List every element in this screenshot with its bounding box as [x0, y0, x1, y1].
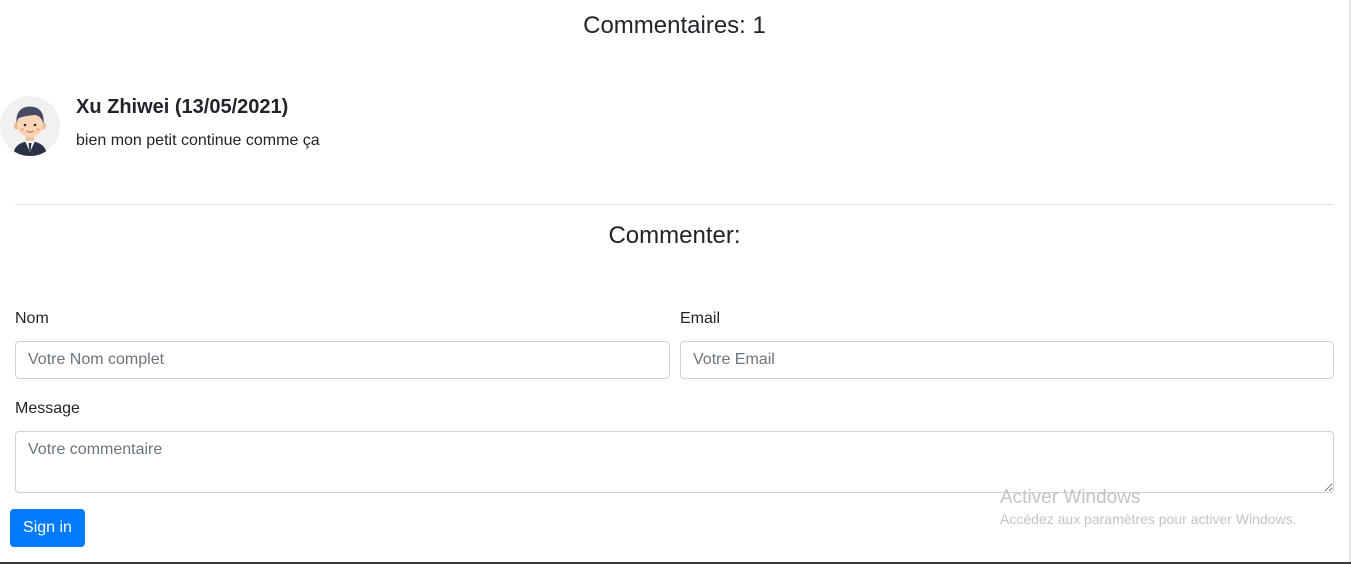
page: Commentaires: 1 Xu Zhiwei (13/05/2021) b…	[0, 0, 1351, 564]
name-input[interactable]	[15, 341, 670, 379]
user-avatar-icon	[0, 96, 60, 156]
comments-heading: Commentaires: 1	[583, 12, 766, 39]
name-label: Nom	[15, 310, 49, 327]
submit-button[interactable]: Sign in	[10, 509, 85, 547]
windows-activation-subtitle: Accédez aux paramètres pour activer Wind…	[1000, 511, 1297, 527]
email-input[interactable]	[680, 341, 1334, 379]
message-label: Message	[15, 400, 80, 417]
windows-activation-title: Activer Windows	[1000, 487, 1141, 508]
email-label: Email	[680, 310, 721, 327]
comment-text: bien mon petit continue comme ça	[76, 132, 320, 149]
section-divider	[15, 204, 1334, 205]
comment-form-heading: Commenter:	[608, 222, 741, 249]
comment-author: Xu Zhiwei (13/05/2021)	[76, 96, 289, 118]
message-textarea[interactable]	[15, 431, 1334, 493]
comment-item: Xu Zhiwei (13/05/2021) bien mon petit co…	[0, 96, 1349, 160]
